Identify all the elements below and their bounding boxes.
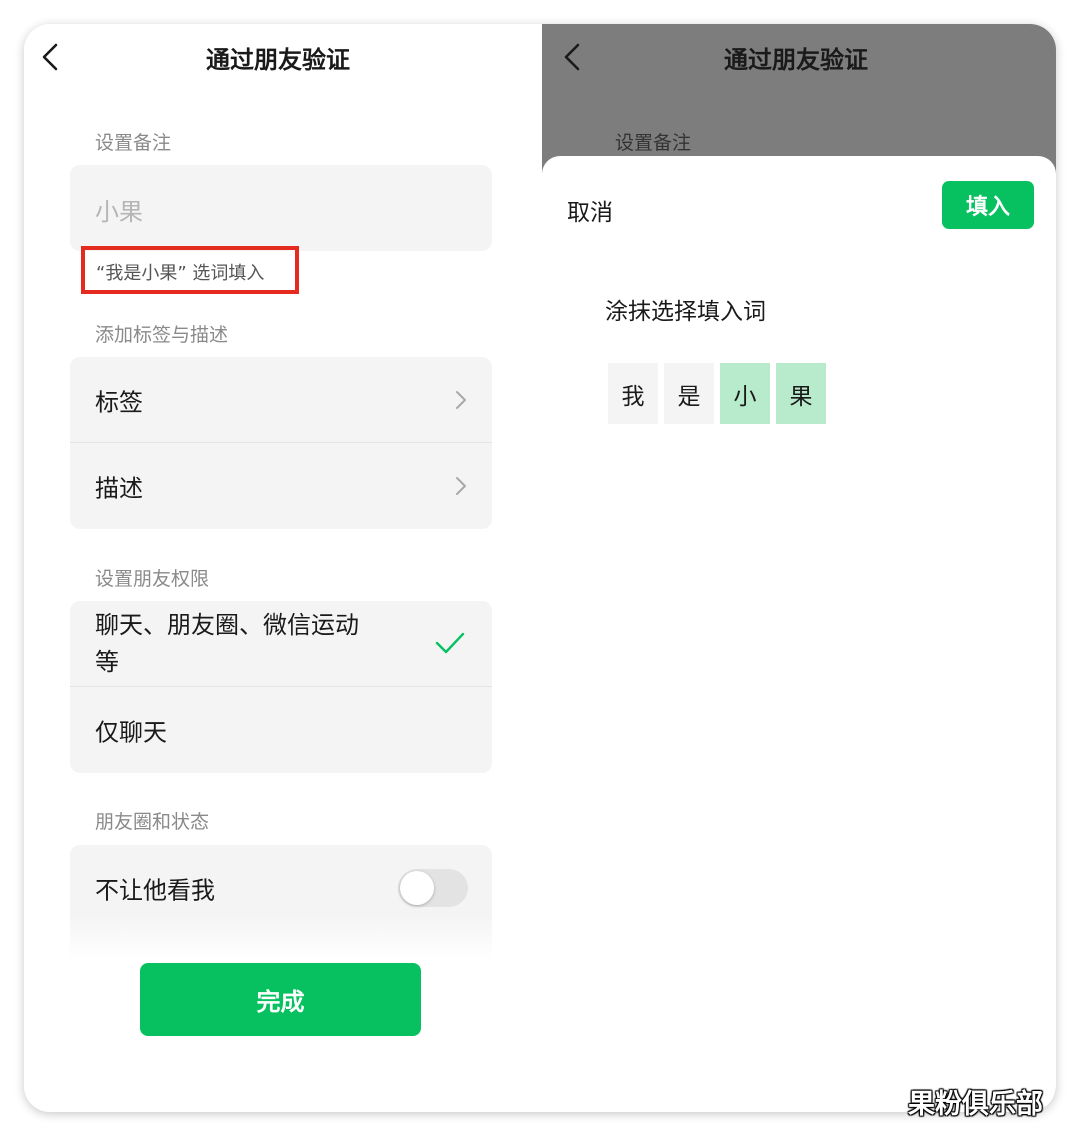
chevron-right-icon <box>456 391 466 409</box>
permission-option-label-line1: 聊天、朋友圈、微信运动 <box>95 610 359 639</box>
fill-button[interactable]: 填入 <box>942 181 1034 229</box>
character-chip[interactable]: 是 <box>664 363 714 424</box>
tags-card: 标签 描述 <box>70 357 492 529</box>
cancel-button[interactable]: 取消 <box>567 193 613 227</box>
remark-input[interactable]: 小果 <box>70 165 492 251</box>
permission-option-label-line2: 等 <box>95 647 119 676</box>
character-chip-selected[interactable]: 果 <box>776 363 826 424</box>
word-fill-suggestion[interactable]: “我是小果” 选词填入 <box>81 246 299 294</box>
permission-option-label: 聊天、朋友圈、微信运动 等 <box>95 607 359 681</box>
permission-section-label: 设置朋友权限 <box>95 568 210 590</box>
moments-section-label: 朋友圈和状态 <box>95 811 210 833</box>
page-title: 通过朋友验证 <box>724 46 868 74</box>
character-chip[interactable]: 我 <box>608 363 658 424</box>
chevron-right-icon <box>456 477 466 495</box>
tags-section-label: 添加标签与描述 <box>95 324 229 346</box>
description-row[interactable]: 描述 <box>70 443 492 529</box>
permission-option-chat-only[interactable]: 仅聊天 <box>70 687 492 773</box>
character-chip-selected[interactable]: 小 <box>720 363 770 424</box>
watermark: 果粉俱乐部 <box>908 1089 1043 1120</box>
hide-my-moments-toggle[interactable] <box>398 869 468 907</box>
hide-my-moments-label: 不让他看我 <box>95 876 215 905</box>
word-picker-sheet: 取消 填入 涂抹选择填入词 我 是 小 果 <box>542 156 1056 1112</box>
remark-input-value: 小果 <box>95 198 143 226</box>
tag-row-label: 标签 <box>95 388 143 416</box>
tag-row[interactable]: 标签 <box>70 357 492 443</box>
done-button[interactable]: 完成 <box>140 963 421 1036</box>
scroll-fade <box>70 914 492 959</box>
remark-section-label: 设置备注 <box>615 132 692 154</box>
permission-option-label: 仅聊天 <box>95 718 167 747</box>
character-list: 我 是 小 果 <box>608 363 826 424</box>
friend-verification-page: 通过朋友验证 设置备注 小果 “我是小果” 选词填入 添加标签与描述 标签 描述… <box>24 24 542 1112</box>
description-row-label: 描述 <box>95 474 143 503</box>
page-title: 通过朋友验证 <box>206 46 350 74</box>
checkmark-icon <box>435 632 465 654</box>
toggle-knob <box>400 871 434 905</box>
screenshot-frame: 通过朋友验证 设置备注 小果 “我是小果” 选词填入 添加标签与描述 标签 描述… <box>24 24 1056 1112</box>
remark-section-label: 设置备注 <box>95 132 172 154</box>
word-picker-page: 通过朋友验证 设置备注 取消 填入 涂抹选择填入词 我 是 小 果 <box>542 24 1056 1112</box>
suggestion-text: “我是小果” 选词填入 <box>96 263 265 284</box>
permission-option-all[interactable]: 聊天、朋友圈、微信运动 等 <box>70 601 492 687</box>
picker-hint: 涂抹选择填入词 <box>605 299 766 325</box>
permission-card: 聊天、朋友圈、微信运动 等 仅聊天 <box>70 601 492 773</box>
